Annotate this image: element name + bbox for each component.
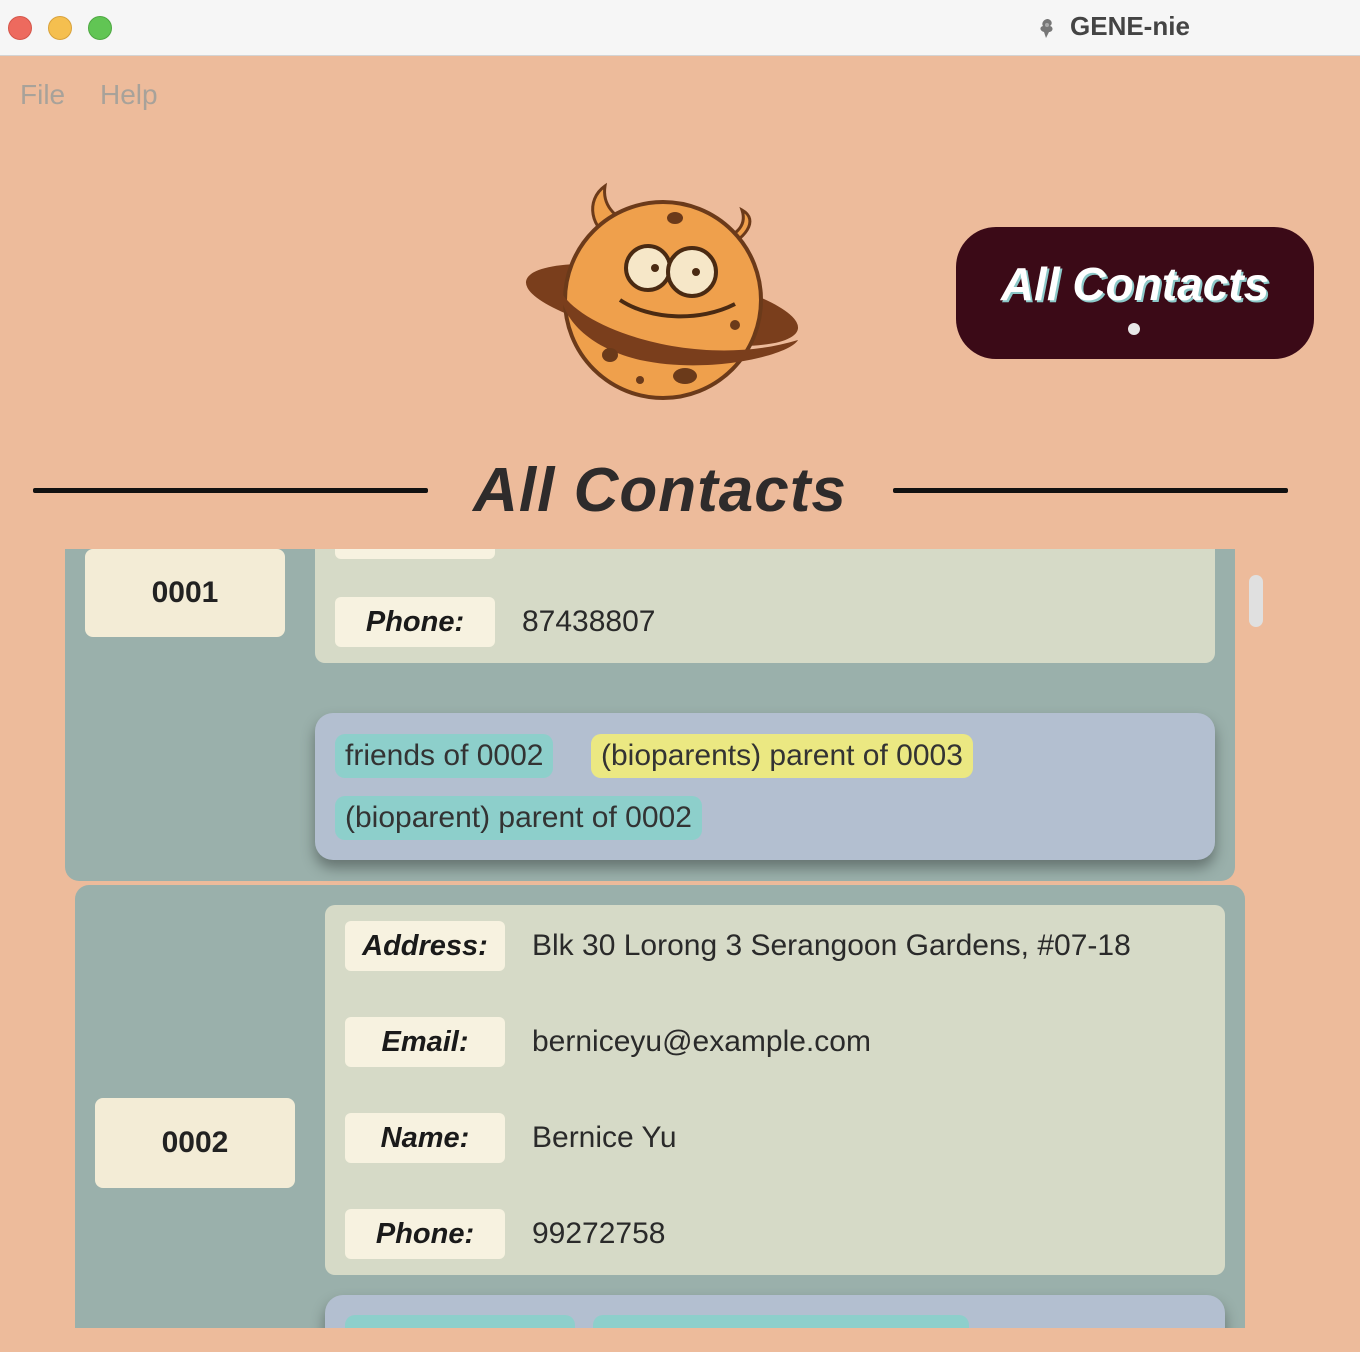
active-indicator-dot <box>1128 323 1140 335</box>
field-row-email: Email: berniceyu@example.com <box>345 1017 1205 1067</box>
relationship-tags-panel <box>325 1295 1225 1328</box>
field-row-pet: Pet: Dog <box>335 549 1195 559</box>
field-row-phone: Phone: 99272758 <box>345 1209 1205 1259</box>
relationship-tag: (bioparent) parent of 0002 <box>335 796 702 840</box>
field-key: Pet: <box>335 549 495 559</box>
relationship-tag: (bioparents) parent of 0003 <box>591 734 973 778</box>
maximize-window-button[interactable] <box>88 16 112 40</box>
field-value: 87438807 <box>522 605 656 638</box>
genie-app-icon <box>1040 19 1053 38</box>
contact-list[interactable]: 0001 Pet: Dog Phone: 87438807 friends of… <box>0 549 1360 1328</box>
cookie-planet-logo <box>525 182 799 400</box>
window-titlebar: GENE-nie <box>0 0 1360 56</box>
relationship-tags-panel: friends of 0002 (bioparents) parent of 0… <box>315 713 1215 860</box>
menu-file[interactable]: File <box>20 79 65 111</box>
contact-id-badge: 0001 <box>85 549 285 637</box>
contact-card[interactable]: 0002 Address: Blk 30 Lorong 3 Serangoon … <box>75 885 1245 1328</box>
contact-card[interactable]: 0001 Pet: Dog Phone: 87438807 friends of… <box>65 549 1235 881</box>
close-window-button[interactable] <box>8 16 32 40</box>
field-value: Blk 30 Lorong 3 Serangoon Gardens, #07-1… <box>532 929 1131 962</box>
contact-fields-panel: Address: Blk 30 Lorong 3 Serangoon Garde… <box>325 905 1225 1275</box>
field-key: Address: <box>345 921 505 971</box>
field-key: Phone: <box>335 597 495 647</box>
field-value: Dog <box>522 549 577 559</box>
minimize-window-button[interactable] <box>48 16 72 40</box>
menu-help[interactable]: Help <box>100 79 158 111</box>
relationship-tag: friends of 0002 <box>335 734 554 778</box>
field-value: 99272758 <box>532 1217 666 1250</box>
field-row-name: Name: Bernice Yu <box>345 1113 1205 1163</box>
field-key: Name: <box>345 1113 505 1163</box>
relationship-tag <box>593 1315 969 1328</box>
view-button-label: All Contacts <box>1000 258 1270 310</box>
field-key: Email: <box>345 1017 505 1067</box>
contact-fields-panel: Pet: Dog Phone: 87438807 <box>315 549 1215 663</box>
field-row-phone: Phone: 87438807 <box>335 597 1195 647</box>
heading-rule-right <box>893 488 1288 493</box>
relationship-tag <box>345 1315 575 1328</box>
menu-bar: File Help <box>0 57 1360 137</box>
field-key: Phone: <box>345 1209 505 1259</box>
all-contacts-view-button[interactable]: All Contacts <box>956 227 1314 359</box>
field-row-address: Address: Blk 30 Lorong 3 Serangoon Garde… <box>345 921 1205 971</box>
field-value: berniceyu@example.com <box>532 1025 871 1058</box>
field-value: Bernice Yu <box>532 1121 677 1154</box>
window-title: GENE-nie <box>1070 11 1190 41</box>
contact-id-badge: 0002 <box>95 1098 295 1188</box>
scrollbar-thumb[interactable] <box>1249 575 1263 627</box>
section-heading-row: All Contacts <box>0 455 1360 530</box>
